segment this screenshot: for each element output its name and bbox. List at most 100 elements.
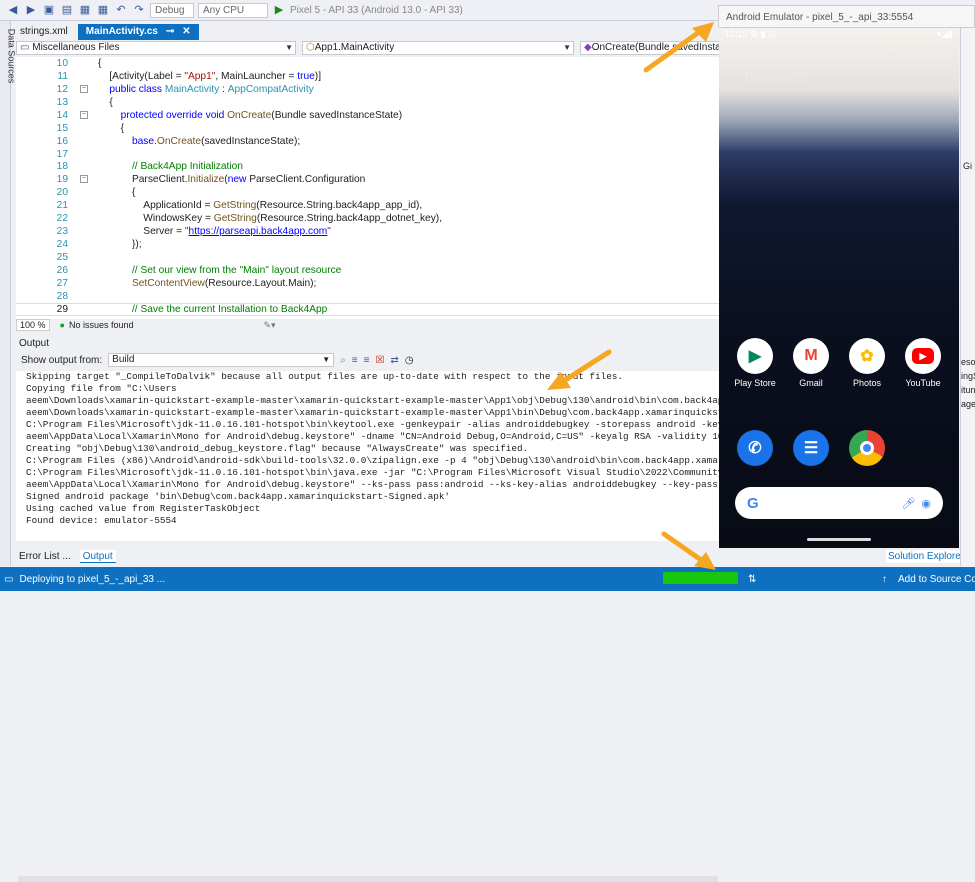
app-photos[interactable]: ✿ Photos (843, 338, 891, 388)
output-line: Signed android package 'bin\Debug\com.ba… (26, 491, 451, 502)
home-indicator[interactable] (807, 538, 871, 541)
panel-text: ingSt (961, 371, 975, 381)
redo-icon[interactable]: ↷ (132, 4, 146, 16)
issues-label[interactable]: No issues found (69, 320, 134, 330)
platform-select[interactable]: Any CPU (198, 2, 268, 18)
code-text: (Resource.String.back4app_app_id), (256, 200, 423, 212)
config-select[interactable]: Debug (150, 2, 194, 18)
dock-phone[interactable]: ✆ (731, 430, 779, 470)
code-text: OnCreate (227, 109, 272, 121)
class-dropdown[interactable]: ⬡App1.MainActivity ▼ (302, 41, 574, 55)
code-line: 25 (16, 251, 720, 264)
collapse-icon[interactable]: − (80, 175, 88, 184)
output-line: Found device: emulator-5554 (26, 515, 177, 526)
messages-icon: ☰ (793, 430, 829, 466)
chevron-down-icon: ▼ (285, 43, 293, 52)
right-side-panel[interactable]: Gi esou ingSt ituni ages (960, 21, 975, 566)
branch-icon[interactable]: ⇅ (748, 574, 756, 585)
code-line: 18 // Back4App Initialization (16, 161, 720, 174)
status-bar: ▭ Deploying to pixel_5_-_api_33 ... ⇅ ↑ … (0, 567, 975, 591)
code-line: 20 { (16, 186, 720, 199)
forward-icon[interactable]: ▶ (24, 4, 38, 16)
tab-strings-xml[interactable]: strings.xml (12, 24, 76, 40)
device-select[interactable]: Pixel 5 - API 33 (Android 13.0 - API 33) (290, 5, 463, 16)
emulator-screen[interactable]: 12:15 ⚙ ▮ ◎ ▾◢▮ Thu, May 11 ▶ Play Store … (719, 28, 959, 548)
chrome-icon (849, 430, 885, 466)
app-youtube[interactable]: ▶ YouTube (899, 338, 947, 388)
line-number: 25 (56, 252, 68, 264)
project-label: Miscellaneous Files (32, 42, 120, 53)
app-play-store[interactable]: ▶ Play Store (731, 338, 779, 388)
line-number: 16 (56, 135, 68, 147)
app-gmail[interactable]: M Gmail (787, 338, 835, 388)
project-dropdown[interactable]: ▭ Miscellaneous Files ▼ (16, 41, 296, 55)
clock-icon[interactable]: ◷ (405, 355, 414, 366)
code-line: 11 [Activity(Label = "App1", MainLaunche… (16, 70, 720, 83)
tab-solution-explorer[interactable]: Solution Explorer (886, 550, 967, 563)
tab-output[interactable]: Output (79, 550, 116, 563)
tab-mainactivity[interactable]: MainActivity.cs ⊸ ✕ (77, 24, 199, 40)
code-editor[interactable]: 10 { 11 [Activity(Label = "App1", MainLau… (16, 57, 720, 319)
deploy-icon: ▭ (4, 573, 14, 585)
brush-icon[interactable]: ✎▾ (264, 320, 276, 331)
horizontal-scrollbar[interactable] (18, 876, 718, 882)
check-icon: ● (59, 320, 65, 330)
google-search-bar[interactable]: G 🎤︎ ◉ (735, 487, 943, 519)
undo-icon[interactable]: ↶ (114, 4, 128, 16)
status-text: Deploying to pixel_5_-_api_33 ... (19, 573, 166, 585)
annotation-arrow (661, 531, 716, 570)
open-icon[interactable]: ▤ (60, 4, 74, 16)
code-line: 28 (16, 290, 720, 303)
clear-all-icon[interactable]: ☒ (375, 355, 384, 366)
next-message-icon[interactable]: ≡ (364, 355, 370, 366)
mic-icon[interactable]: 🎤︎ (901, 497, 915, 510)
code-text: { (120, 122, 125, 134)
chevron-down-icon: ▼ (322, 355, 331, 364)
prev-message-icon[interactable]: ≡ (352, 355, 358, 366)
code-text: GetString (213, 213, 257, 225)
code-text: , MainLauncher = (215, 70, 298, 82)
code-line: 14 − protected override void OnCreate (Bun… (16, 109, 720, 122)
code-text: ParseClient. (131, 174, 188, 186)
tab-error-list[interactable]: Error List ... (16, 550, 74, 563)
source-control-icon[interactable]: ↑ (882, 574, 887, 585)
output-line: aeem\AppData\Local\Xamarin\Mono for Andr… (26, 479, 718, 490)
class-icon: ⬡ (306, 42, 315, 53)
save-all-icon[interactable]: ▦ (96, 4, 110, 16)
pin-icon[interactable]: ⊸ (166, 24, 174, 40)
line-number: 11 (57, 70, 68, 82)
photos-icon: ✿ (849, 338, 885, 374)
collapse-icon[interactable]: − (80, 110, 88, 119)
output-line: Creating "obj\Debug\130\android_debug_ke… (26, 443, 529, 454)
code-text: (savedInstanceState); (201, 135, 301, 147)
lens-icon[interactable]: ◉ (921, 497, 931, 510)
editor-status-bar: 100 % ● No issues found ✎▾ (16, 319, 720, 331)
new-file-icon[interactable]: ▣ (42, 4, 56, 16)
code-text: // Set our view from the "Main" layout r… (131, 264, 342, 276)
zoom-level[interactable]: 100 % (16, 319, 50, 331)
data-sources-strip[interactable]: Data Sources (0, 21, 16, 566)
save-icon[interactable]: ▦ (78, 4, 92, 16)
emulator-title-bar[interactable]: Android Emulator - pixel_5_-_api_33:5554 (718, 5, 975, 28)
dock-messages[interactable]: ☰ (787, 430, 835, 470)
output-line: C:\Program Files (x86)\Android\android-s… (26, 455, 720, 466)
google-g-icon: G (747, 494, 759, 512)
word-wrap-icon[interactable]: ⇄ (390, 355, 398, 366)
phone-time: 12:15 (725, 29, 748, 39)
code-text: [Activity(Label = (109, 70, 185, 82)
close-icon[interactable]: ✕ (182, 24, 190, 40)
run-icon[interactable]: ▶ (272, 4, 286, 16)
output-text[interactable]: Skipping target "_CompileToDalvik" becau… (16, 371, 720, 541)
output-source-select[interactable]: Build ▼ (108, 353, 335, 367)
dock-chrome[interactable] (843, 430, 891, 470)
show-from-label: Show output from: (21, 354, 103, 366)
url-link[interactable]: https://parseapi.back4app.com (189, 226, 328, 237)
app-label: Play Store (734, 378, 776, 388)
code-text: SetContentView (131, 277, 205, 289)
back-icon[interactable]: ◀ (6, 4, 20, 16)
output-line: C:\Program Files\Microsoft\jdk-11.0.16.1… (26, 467, 720, 478)
add-source-control[interactable]: Add to Source Control (898, 574, 975, 585)
collapse-icon[interactable]: − (80, 84, 88, 93)
find-icon[interactable]: ⌕ (340, 355, 346, 366)
line-number: 27 (56, 277, 68, 289)
